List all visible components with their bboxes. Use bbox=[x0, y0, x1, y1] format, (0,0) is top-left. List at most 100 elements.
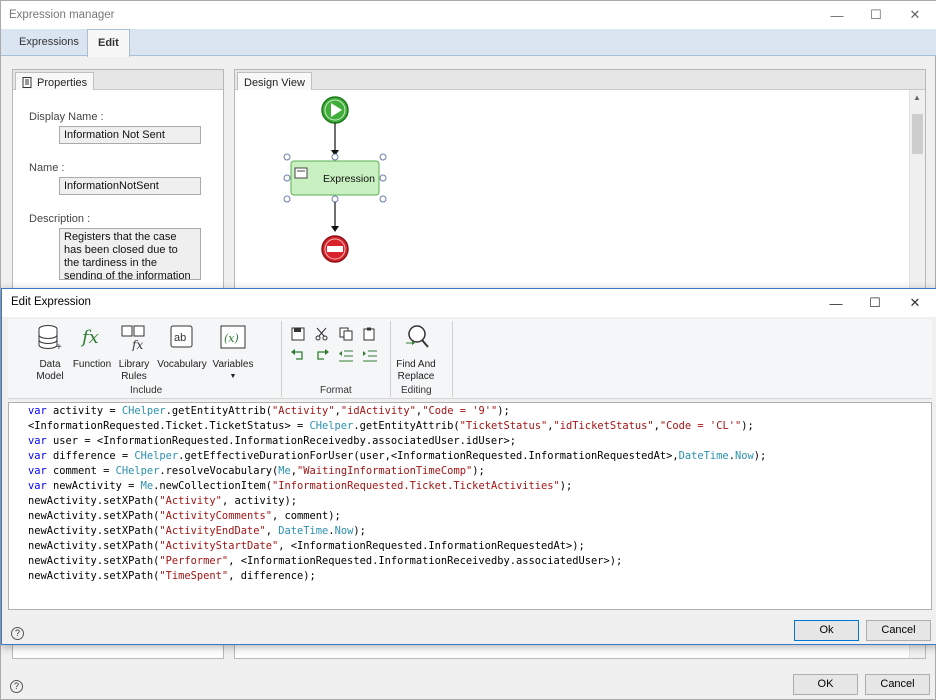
dialog-close-button[interactable]: ✕ bbox=[895, 289, 935, 317]
function-button[interactable]: fx Function bbox=[72, 323, 112, 371]
code-token: var bbox=[28, 405, 47, 417]
scrollbar-thumb[interactable] bbox=[912, 114, 923, 154]
paste-icon[interactable] bbox=[362, 327, 378, 341]
dialog-ok-button[interactable]: Ok bbox=[794, 620, 859, 641]
code-token: DateTime bbox=[678, 450, 729, 462]
ribbon-separator-3 bbox=[452, 321, 453, 397]
code-token: DateTime bbox=[278, 525, 329, 537]
code-token: , <InformationRequested.InformationRecei… bbox=[228, 555, 623, 567]
variables-dropdown-icon[interactable]: ▼ bbox=[212, 371, 254, 383]
code-token: .resolveVocabulary( bbox=[159, 465, 279, 477]
variables-icon: (x) bbox=[220, 325, 246, 349]
code-token: <InformationRequested.Ticket.TicketStatu… bbox=[28, 420, 310, 432]
code-token: CHelper bbox=[309, 420, 354, 432]
code-token: newActivity.setXPath( bbox=[28, 540, 160, 552]
function-label: Function bbox=[72, 359, 112, 370]
svg-text:fx: fx bbox=[80, 327, 99, 348]
design-view-tab[interactable]: Design View bbox=[237, 72, 312, 90]
code-token: .newCollectionItem( bbox=[153, 480, 272, 492]
maximize-button[interactable]: ☐ bbox=[856, 1, 896, 29]
dialog-title-bar: Edit Expression — ☐ ✕ bbox=[2, 289, 936, 317]
data-model-button[interactable]: + Data Model bbox=[32, 323, 68, 383]
code-token: ); bbox=[741, 420, 754, 432]
name-label: Name : bbox=[29, 162, 65, 174]
outer-tab-strip: Expressions Edit bbox=[1, 29, 936, 57]
indent-icon[interactable] bbox=[362, 349, 378, 363]
code-token: "ActivityEndDate" bbox=[159, 525, 266, 537]
code-token: , bbox=[265, 525, 279, 537]
dialog-cancel-button[interactable]: Cancel bbox=[866, 620, 931, 641]
code-token: "idTicketStatus" bbox=[553, 420, 654, 432]
library-rules-button[interactable]: fx Library Rules bbox=[116, 323, 152, 383]
code-token: var bbox=[28, 435, 47, 447]
expression-manager-window: Expression manager — ☐ ✕ Expressions Edi… bbox=[0, 0, 936, 700]
code-token: ); bbox=[472, 465, 485, 477]
svg-text:ab: ab bbox=[174, 332, 186, 344]
close-button[interactable]: ✕ bbox=[895, 1, 935, 29]
properties-tab-label: Properties bbox=[37, 76, 88, 89]
code-token: .getEntityAttrib( bbox=[165, 405, 273, 417]
include-group-label: Include bbox=[130, 385, 163, 396]
code-token: newActivity.setXPath( bbox=[28, 495, 160, 507]
name-field[interactable]: InformationNotSent bbox=[59, 177, 201, 195]
outer-ok-button[interactable]: OK bbox=[793, 674, 858, 695]
code-token: "Code = '9'" bbox=[422, 405, 498, 417]
redo-icon[interactable] bbox=[314, 349, 330, 363]
code-token: activity = bbox=[46, 405, 122, 417]
scroll-up-arrow-icon[interactable]: ▲ bbox=[913, 93, 921, 102]
dialog-help-icon[interactable]: ? bbox=[11, 627, 24, 640]
properties-icon bbox=[22, 77, 32, 88]
code-token: difference = bbox=[46, 450, 135, 462]
copy-icon[interactable] bbox=[338, 327, 354, 341]
code-token: "TicketStatus" bbox=[459, 420, 548, 432]
code-token: ); bbox=[497, 405, 510, 417]
vocabulary-button[interactable]: ab Vocabulary bbox=[156, 323, 208, 371]
data-model-label: Data Model bbox=[36, 359, 64, 382]
outdent-icon[interactable] bbox=[338, 349, 354, 363]
cut-icon[interactable] bbox=[314, 327, 330, 341]
code-token: Me bbox=[278, 465, 291, 477]
code-token: "WaitingInformationTimeComp" bbox=[297, 465, 473, 477]
display-name-label: Display Name : bbox=[29, 111, 104, 123]
undo-icon[interactable] bbox=[290, 349, 306, 363]
code-line: var difference = CHelper.getEffectiveDur… bbox=[28, 449, 931, 464]
design-view-header: Design View bbox=[235, 70, 925, 90]
expression-node-label: Expression bbox=[323, 173, 375, 185]
code-token: newActivity.setXPath( bbox=[28, 525, 160, 537]
ribbon-separator-2 bbox=[390, 321, 391, 397]
tab-expressions[interactable]: Expressions bbox=[9, 29, 89, 56]
dialog-minimize-button[interactable]: — bbox=[816, 289, 856, 317]
properties-tab[interactable]: Properties bbox=[15, 72, 95, 90]
code-token: .getEntityAttrib( bbox=[353, 420, 460, 432]
save-icon[interactable] bbox=[290, 327, 306, 341]
display-name-field[interactable]: Information Not Sent bbox=[59, 126, 201, 144]
start-node-icon[interactable] bbox=[321, 96, 349, 124]
code-token: newActivity.setXPath( bbox=[28, 510, 160, 522]
code-token: "Performer" bbox=[159, 555, 229, 567]
find-replace-icon bbox=[406, 325, 429, 348]
code-line: newActivity.setXPath("ActivityStartDate"… bbox=[28, 539, 931, 554]
svg-text:+: + bbox=[56, 342, 62, 351]
variables-button[interactable]: (x) Variables ▼ bbox=[212, 323, 254, 383]
description-field[interactable]: Registers that the case has been closed … bbox=[59, 228, 201, 280]
ribbon-separator-1 bbox=[281, 321, 282, 397]
code-token: ); bbox=[753, 450, 767, 462]
code-editor[interactable]: var activity = CHelper.getEntityAttrib("… bbox=[8, 402, 932, 610]
code-line: var comment = CHelper.resolveVocabulary(… bbox=[28, 464, 931, 479]
minimize-button[interactable]: — bbox=[817, 1, 857, 29]
code-line: var newActivity = Me.newCollectionItem("… bbox=[28, 479, 931, 494]
tab-edit[interactable]: Edit bbox=[87, 29, 130, 57]
arrowhead-bottom bbox=[331, 226, 339, 232]
code-token: , difference); bbox=[228, 570, 316, 582]
expression-node[interactable]: Expression bbox=[283, 153, 387, 203]
editing-group-label: Editing bbox=[401, 385, 432, 396]
find-and-replace-button[interactable]: Find And Replace bbox=[394, 323, 438, 383]
dialog-maximize-button[interactable]: ☐ bbox=[855, 289, 895, 317]
code-token: newActivity.setXPath( bbox=[28, 555, 160, 567]
library-rules-icon: fx bbox=[121, 325, 145, 352]
code-token: Now bbox=[334, 525, 354, 537]
properties-panel-header: Properties bbox=[13, 70, 223, 90]
outer-cancel-button[interactable]: Cancel bbox=[865, 674, 930, 695]
outer-help-icon[interactable]: ? bbox=[10, 680, 23, 693]
end-node-icon[interactable] bbox=[321, 235, 349, 263]
